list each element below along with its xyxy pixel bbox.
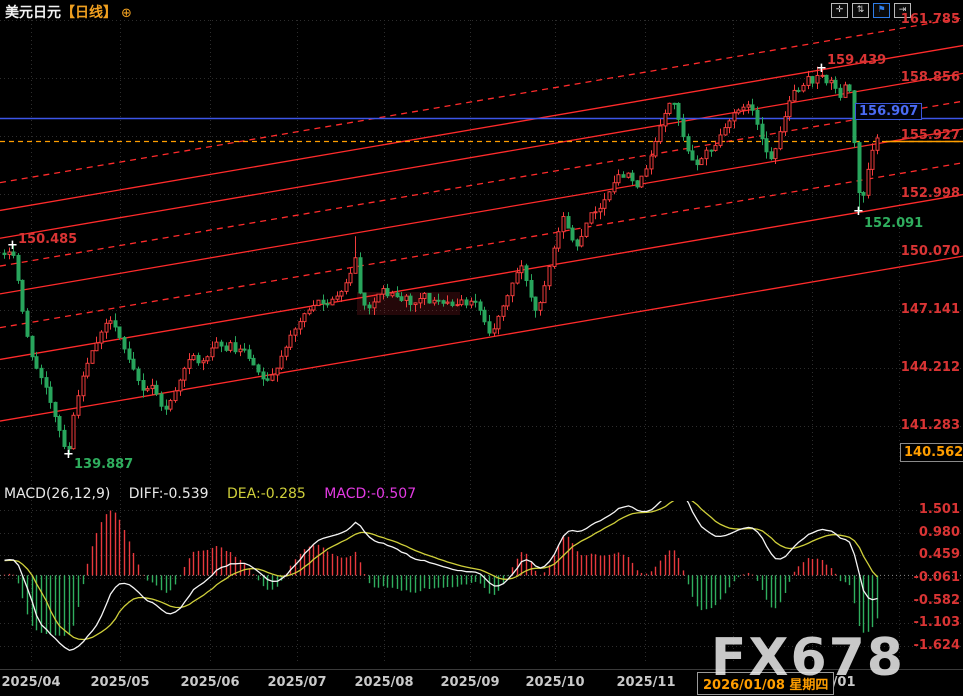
- pan-tool-icon[interactable]: ✛: [831, 3, 848, 18]
- gridlines: [0, 20, 963, 664]
- macd-axis-label: 0.459: [890, 547, 960, 562]
- swing-price-label: 150.485: [18, 232, 77, 247]
- period-label: 【日线】: [61, 5, 117, 21]
- dea-value-label: DEA:-0.285: [227, 486, 306, 502]
- price-axis-label: 155.927: [890, 128, 960, 143]
- chart-canvas[interactable]: [0, 0, 963, 696]
- price-axis-label: 141.283: [890, 418, 960, 433]
- time-axis-label: 2025/08: [354, 675, 413, 690]
- macd-axis-label: 0.980: [890, 525, 960, 540]
- macd-value-label: MACD:-0.507: [324, 486, 416, 502]
- time-axis-label: 2025/06: [180, 675, 239, 690]
- macd-axis-label: -0.061: [890, 570, 960, 585]
- price-axis-label: 152.998: [890, 186, 960, 201]
- swing-price-label: 159.439: [827, 53, 886, 68]
- swing-point-marker: +: [853, 207, 864, 217]
- time-axis-label: 2025/11: [616, 675, 675, 690]
- price-readout-box: 140.562: [900, 443, 963, 462]
- chart-window: 美元日元【日线】⊕ ✛ ⇅ ⚑ ⇥ 161.785158.856155.9271…: [0, 0, 963, 696]
- chart-header: 美元日元【日线】 ⊕: [5, 2, 132, 22]
- diff-value-label: DIFF:-0.539: [129, 486, 209, 502]
- blue-level-label: 156.907: [855, 103, 922, 120]
- swing-point-marker: +: [63, 450, 74, 460]
- macd-axis-label: -0.582: [890, 593, 960, 608]
- time-axis-label: 2025/04: [1, 675, 60, 690]
- time-axis-label: 2025/09: [440, 675, 499, 690]
- swing-point-marker: +: [7, 241, 18, 251]
- price-axis-label: 158.856: [890, 70, 960, 85]
- macd-axis-label: 1.501: [890, 502, 960, 517]
- price-axis-label: 144.212: [890, 360, 960, 375]
- time-axis-label: 2025/10: [525, 675, 584, 690]
- candlestick-series: [3, 67, 879, 455]
- axis-scale-icon[interactable]: ⇅: [852, 3, 869, 18]
- price-axis-label: 147.141: [890, 302, 960, 317]
- swing-point-marker: +: [816, 64, 827, 74]
- macd-legend: MACD(26,12,9) DIFF:-0.539 DEA:-0.285 MAC…: [4, 486, 430, 502]
- time-axis-label: 2025/07: [267, 675, 326, 690]
- swing-price-label: 139.887: [74, 457, 133, 472]
- macd-params-label: MACD(26,12,9): [4, 486, 110, 502]
- price-axis-label: 150.070: [890, 244, 960, 259]
- watermark: FX678: [711, 628, 905, 688]
- swing-price-label: 152.091: [864, 216, 923, 231]
- flag-marker-icon[interactable]: ⚑: [873, 3, 890, 18]
- symbol-title: 美元日元: [5, 5, 61, 21]
- price-axis-label: 161.785: [890, 12, 960, 27]
- macd-indicator: [0, 488, 963, 651]
- add-indicator-icon[interactable]: ⊕: [121, 6, 132, 21]
- time-axis-label: 2025/05: [90, 675, 149, 690]
